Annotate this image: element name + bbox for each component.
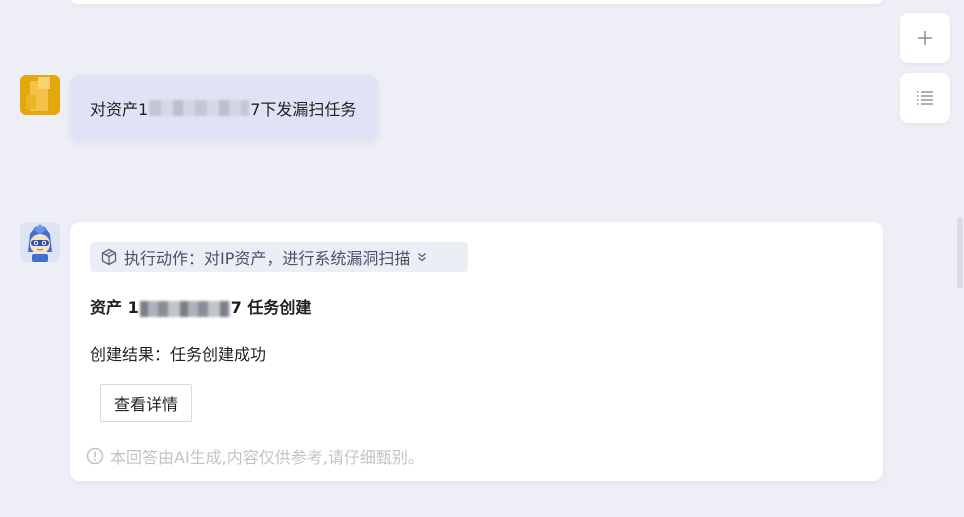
- task-title-prefix: 资产 1: [90, 298, 139, 317]
- history-button[interactable]: [900, 73, 950, 123]
- cube-icon: [101, 248, 117, 266]
- user-message-prefix: 对资产1: [90, 99, 149, 119]
- action-expander[interactable]: 执行动作：对IP资产，进行系统漏洞扫描: [90, 242, 468, 272]
- disclaimer-text: 本回答由AI生成,内容仅供参考,请仔细甄别。: [110, 448, 424, 467]
- ai-disclaimer: 本回答由AI生成,内容仅供参考,请仔细甄别。: [86, 444, 424, 468]
- assistant-message-card: 执行动作：对IP资产，进行系统漏洞扫描 资产 1 7 任务创建 创建结果：任务创建…: [70, 222, 883, 481]
- action-label: 执行动作：对IP资产，进行系统漏洞扫描: [124, 249, 411, 268]
- new-chat-button[interactable]: [900, 13, 950, 63]
- assistant-avatar: [20, 222, 60, 262]
- plus-icon: [918, 31, 932, 45]
- view-details-button[interactable]: 查看详情: [100, 384, 192, 422]
- robot-mascot-icon: [28, 224, 52, 262]
- chevron-double-down-icon: [416, 251, 428, 263]
- warning-circle-icon: [86, 447, 104, 465]
- redacted-ip: [139, 300, 230, 317]
- user-avatar: [20, 75, 60, 115]
- result-text: 创建结果：任务创建成功: [90, 345, 267, 364]
- user-message-suffix: 7下发漏扫任务: [250, 99, 357, 119]
- user-message-bubble: 对资产1 7下发漏扫任务: [70, 75, 378, 140]
- task-title-suffix: 7 任务创建: [230, 298, 312, 317]
- scrollbar-thumb[interactable]: [957, 217, 963, 289]
- redacted-ip: [149, 99, 250, 116]
- task-title: 资产 1 7 任务创建: [90, 294, 311, 318]
- previous-message-card: [70, 0, 883, 4]
- list-icon: [917, 91, 933, 105]
